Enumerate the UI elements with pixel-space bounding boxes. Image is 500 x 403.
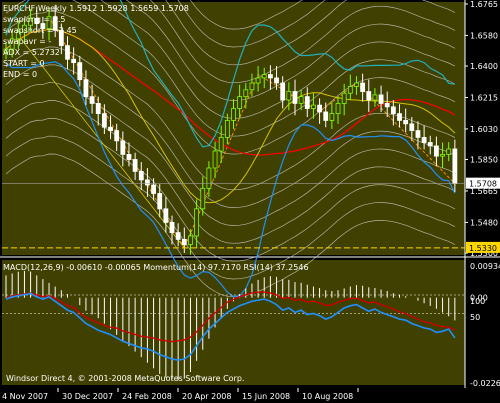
indicator-axis: 0.009340.0010050-0.02269 <box>470 262 500 388</box>
info-line-swaplong: swaplong = 0.5 <box>3 15 65 24</box>
candle-body <box>108 126 113 132</box>
candle-body <box>366 91 372 101</box>
candle-body <box>231 108 236 121</box>
candle-body <box>452 148 458 185</box>
candle-body <box>218 137 224 152</box>
candle-body <box>101 113 107 128</box>
candle-body <box>415 130 421 138</box>
candle-body <box>200 188 206 210</box>
candle-body <box>311 104 316 109</box>
candle-body <box>378 94 384 104</box>
candle-body <box>255 77 261 84</box>
candle-body <box>249 82 255 91</box>
candle-body <box>65 45 70 60</box>
candle-body <box>132 159 138 172</box>
candle-body <box>446 148 452 155</box>
info-line-end: END = 0 <box>3 70 37 79</box>
candle-body <box>427 142 433 147</box>
chart-symbol-header: EURCHF,Weekly 1.5912 1.5928 1.5659 1.570… <box>3 4 189 13</box>
indicator-tick-label: 100 <box>470 297 485 306</box>
indicator-tick-label: 50 <box>470 313 480 322</box>
candle-body <box>89 96 95 104</box>
candle-body <box>267 74 273 79</box>
candle-body <box>243 89 249 98</box>
time-tick-label: 15 Jun 2008 <box>242 392 290 401</box>
candle-body <box>434 145 439 157</box>
candle-body <box>151 184 156 194</box>
price-tick-label: 1.6215 <box>470 93 498 102</box>
level-price-label: 1.5330 <box>469 244 497 253</box>
candle-body <box>421 137 427 143</box>
candle-body <box>194 208 200 237</box>
time-tick-label: 4 Nov 2007 <box>2 392 48 401</box>
candle-body <box>347 86 353 94</box>
candle-body <box>409 123 415 132</box>
candle-body <box>304 96 310 109</box>
chart-canvas: 1.67651.65801.64001.62151.60301.58501.56… <box>0 0 500 401</box>
candle-body <box>292 91 298 104</box>
candle-body <box>120 140 126 155</box>
time-axis: 4 Nov 2007 30 Dec 2007 24 Feb 2008 20 Apr 2… <box>2 388 359 401</box>
candle-body <box>323 111 329 121</box>
time-tick-label: 10 Aug 2008 <box>302 392 353 401</box>
candle-body <box>114 130 120 142</box>
candle-body <box>317 104 322 113</box>
indicator-tick-label: -0.02269 <box>470 379 500 388</box>
candle-body <box>181 239 187 245</box>
candle-body <box>71 58 77 64</box>
candle-body <box>280 82 286 101</box>
candle-body <box>329 113 335 121</box>
info-line-swapshort: swapshort = -2.45 <box>3 26 77 35</box>
candle-body <box>397 113 402 121</box>
time-tick-label: 20 Apr 2008 <box>182 392 231 401</box>
candle-body <box>237 96 243 109</box>
candle-body <box>360 82 366 92</box>
candle-body <box>261 74 267 79</box>
candle-body <box>341 92 347 104</box>
info-line-adx: ADX = 5.2732 <box>3 48 60 57</box>
candle-body <box>188 235 193 245</box>
candle-body <box>384 103 390 108</box>
candle-body <box>157 193 163 210</box>
price-tick-label: 1.5850 <box>470 156 498 165</box>
price-tick-label: 1.6030 <box>470 125 498 134</box>
copyright-text: Windsor Direct 4, © 2001-2008 MetaQuotes… <box>6 374 244 383</box>
trading-chart-window: 1.6765 1.6580 1.6400 1.6215 1.6030 1.5850 1.56… <box>0 0 500 403</box>
candle-body <box>440 154 445 157</box>
info-line-swapavr: swapavr = - <box>3 37 51 46</box>
candle-body <box>83 79 89 98</box>
candle-body <box>286 91 292 101</box>
candle-body <box>175 232 181 240</box>
candle-body <box>206 167 212 189</box>
candle-body <box>354 82 359 87</box>
candle-body <box>126 154 132 160</box>
candle-body <box>298 96 304 104</box>
indicator-title: MACD(12,26,9) -0.00610 -0.00065 Momentum… <box>3 263 309 272</box>
time-tick-label: 24 Feb 2008 <box>122 392 172 401</box>
current-price-label: 1.5708 <box>469 180 497 189</box>
price-tick-label: 1.6580 <box>470 31 498 40</box>
candle-body <box>163 208 169 223</box>
candle-body <box>138 171 144 181</box>
candle-body <box>212 150 218 169</box>
candle-body <box>224 120 230 138</box>
time-tick-label: 30 Dec 2007 <box>62 392 113 401</box>
candle-body <box>95 103 101 115</box>
indicator-tick-label: 0.00934 <box>470 262 500 271</box>
candle-body <box>77 62 83 81</box>
candle-body <box>335 103 341 115</box>
candle-body <box>390 106 396 115</box>
price-tick-label: 1.6400 <box>470 62 498 71</box>
price-axis: 1.67651.65801.64001.62151.60301.58501.56… <box>465 0 500 258</box>
candle-body <box>145 179 150 186</box>
price-tick-label: 1.5480 <box>470 218 498 227</box>
price-tick-label: 1.6765 <box>470 0 498 9</box>
info-line-start: START = 0 <box>3 59 45 68</box>
candle-body <box>403 120 409 125</box>
candle-body <box>169 222 175 234</box>
candle-body <box>372 94 378 101</box>
candle-body <box>274 77 279 84</box>
